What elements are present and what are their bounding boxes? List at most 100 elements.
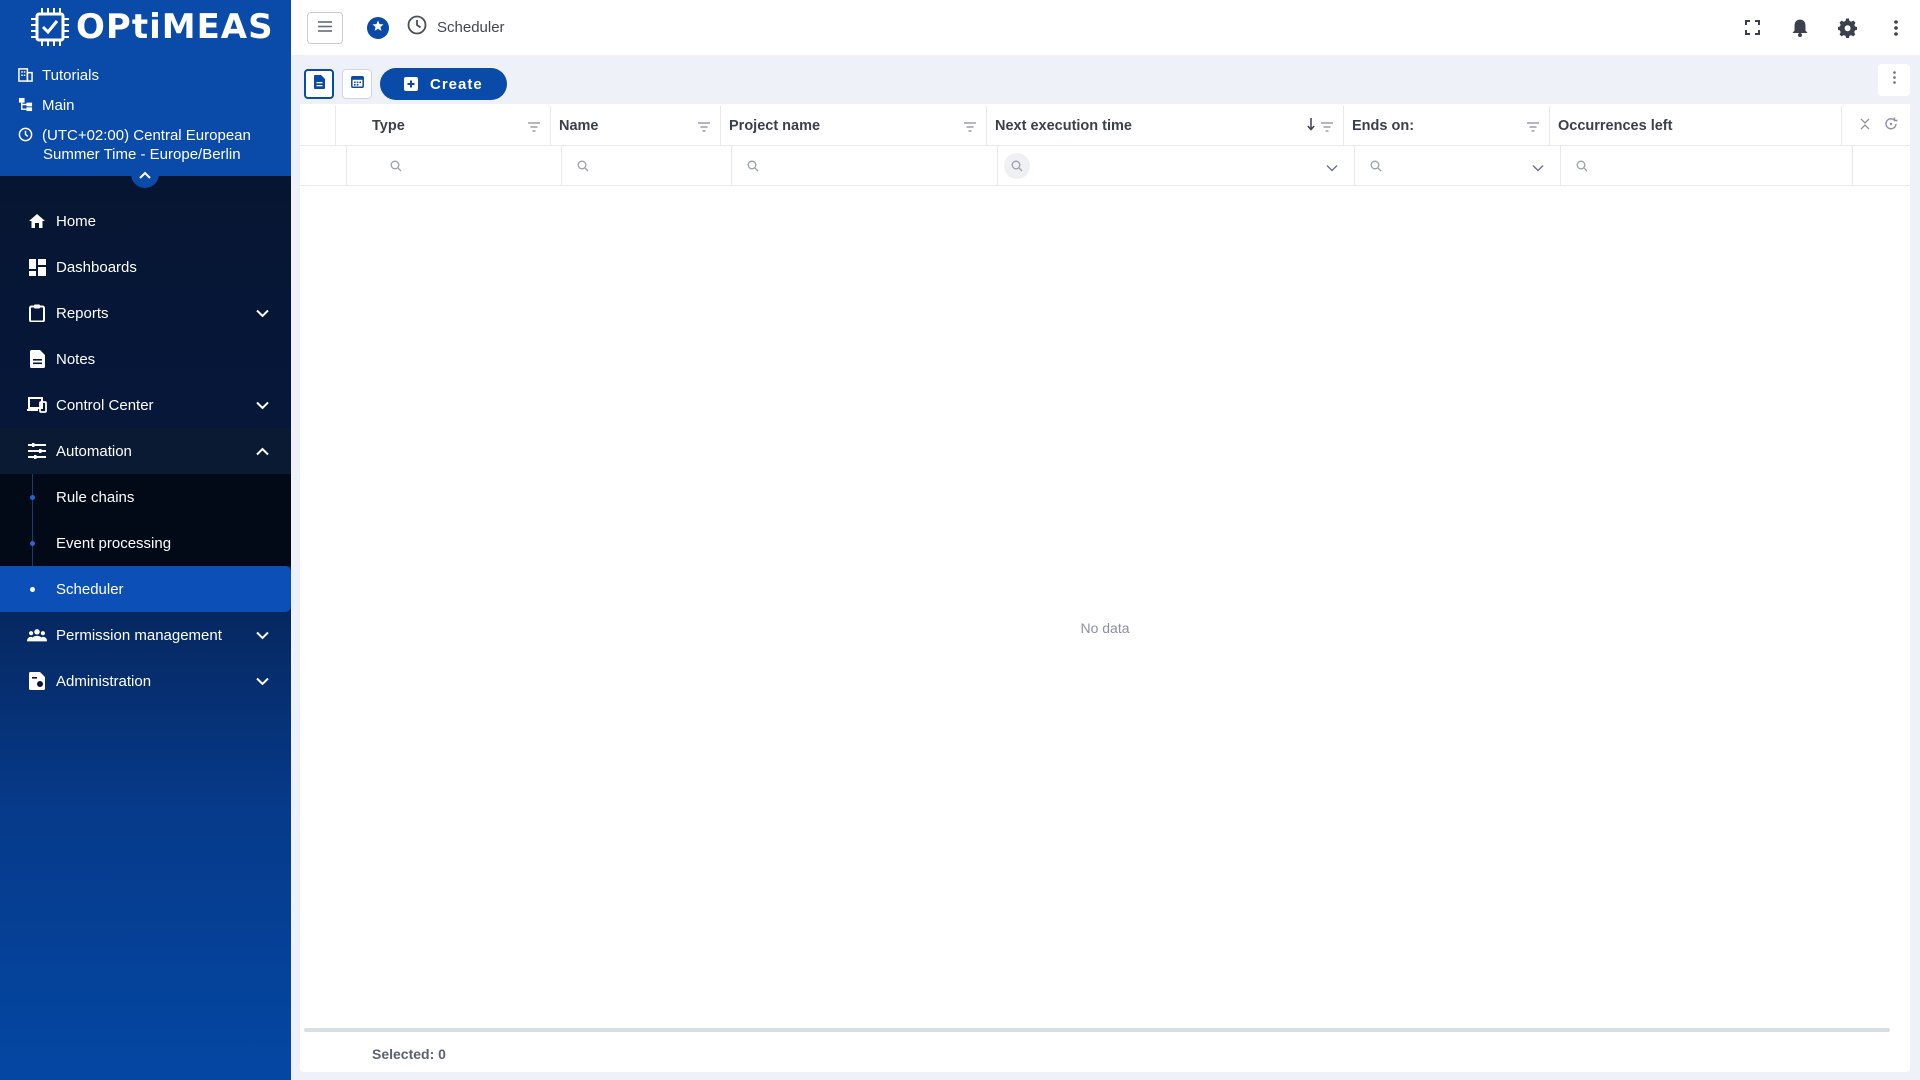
table-header: Type Name Project name Next execution ti… [300,106,1910,146]
filter-name-input[interactable] [562,146,732,185]
sidebar-item-label: Permission management [56,626,222,644]
create-button-label: Create [430,75,483,93]
chevron-down-icon [256,673,269,690]
logo[interactable]: OPtiMEAS [0,0,291,54]
context-tutorials[interactable]: Tutorials [0,66,291,85]
brand-name: OPtiMEAS [76,7,274,47]
column-header-next-execution-time[interactable]: Next execution time [987,106,1344,145]
favorite-button[interactable] [367,16,389,39]
devices-icon [27,397,47,413]
dashboard-icon [27,258,47,276]
filter-icon[interactable] [1321,120,1333,136]
sidebar-item-label: Notes [56,350,96,368]
filter-ends-on-select[interactable] [1355,146,1561,185]
sidebar-item-dashboards[interactable]: Dashboards [0,244,291,290]
bullet-icon [30,495,35,500]
note-icon [27,350,47,368]
column-label: Project name [729,117,821,134]
chevron-up-icon [256,443,269,460]
collapse-context-button[interactable] [131,164,159,188]
sidebar-item-administration[interactable]: Administration [0,658,291,704]
refresh-icon[interactable] [1884,117,1898,135]
timezone-line-2: Summer Time - Europe/Berlin [43,146,241,163]
sidebar-item-label: Dashboards [56,258,137,276]
star-icon [372,19,384,37]
filter-icon[interactable] [698,120,710,136]
list-view-button[interactable] [304,69,334,99]
sidebar-item-label: Rule chains [56,488,135,506]
notifications-button[interactable] [1776,18,1824,37]
table-options-button[interactable] [1878,64,1910,96]
add-icon [404,77,418,91]
bell-icon [1792,19,1808,37]
filter-project-name-input[interactable] [732,146,998,185]
select-column-header[interactable] [300,106,336,145]
sidebar-nav: Home Dashboards Reports Notes Control Ce… [0,198,291,704]
context-timezone[interactable]: (UTC+02:00) Central European Summer Time… [0,126,291,164]
calendar-view-button[interactable] [342,69,372,99]
empty-state-text: No data [1080,620,1130,636]
table-filter-row [300,146,1910,186]
column-label: Name [559,117,599,134]
sidebar-item-home[interactable]: Home [0,198,291,244]
filter-next-execution-time-select[interactable] [998,146,1355,185]
column-header-ends-on[interactable]: Ends on: [1344,106,1550,145]
clipboard-icon [27,304,47,322]
horizontal-scrollbar[interactable] [304,1028,1890,1032]
people-icon [27,628,47,642]
column-header-occurrences-left[interactable]: Occurrences left [1550,106,1842,145]
filter-icon[interactable] [964,120,976,136]
filter-cell-tools [1853,146,1910,185]
search-icon [1363,153,1389,179]
sidebar-item-scheduler[interactable]: Scheduler [0,566,291,612]
sidebar-item-control-center[interactable]: Control Center [0,382,291,428]
scheduler-toolbar: Create [300,64,1910,104]
filter-type-input[interactable] [347,146,562,185]
sidebar-item-event-processing[interactable]: Event processing [0,520,291,566]
column-tools-header [1842,106,1910,145]
settings-button[interactable] [1824,17,1872,38]
create-button[interactable]: Create [380,68,507,100]
sidebar-item-permission-management[interactable]: Permission management [0,612,291,658]
collapse-columns-icon[interactable] [1860,118,1870,134]
context-main-label: Main [42,97,75,114]
column-header-type[interactable]: Type [336,106,551,145]
fullscreen-button[interactable] [1728,20,1776,35]
column-header-project-name[interactable]: Project name [721,106,987,145]
document-icon [313,74,325,94]
context-main[interactable]: Main [0,96,291,115]
sidebar-item-label: Event processing [56,534,172,552]
more-menu-button[interactable] [1872,19,1920,36]
filter-icon[interactable] [528,120,540,136]
hamburger-icon [318,19,332,37]
admin-document-icon [27,672,47,690]
building-icon [16,66,34,82]
sidebar-item-label: Control Center [56,396,154,414]
column-header-name[interactable]: Name [551,106,721,145]
sidebar-header: OPtiMEAS Tutorials Main (UTC+02:00) Cent… [0,0,291,188]
sort-desc-icon[interactable] [1307,118,1315,135]
sidebar-item-reports[interactable]: Reports [0,290,291,336]
filter-occurrences-left-input[interactable] [1561,146,1853,185]
column-label: Next execution time [995,117,1132,134]
sidebar: OPtiMEAS Tutorials Main (UTC+02:00) Cent… [0,0,291,1080]
filter-icon[interactable] [1527,120,1539,136]
sidebar-item-rule-chains[interactable]: Rule chains [0,474,291,520]
chevron-down-icon[interactable] [1326,159,1338,176]
sidebar-item-notes[interactable]: Notes [0,336,291,382]
clock-icon [407,15,427,40]
sidebar-item-automation[interactable]: Automation [0,428,291,474]
breadcrumb: Scheduler [437,19,505,36]
selected-count: Selected: 0 [372,1046,446,1062]
search-icon [1569,153,1595,179]
bullet-icon [30,587,35,592]
column-label: Ends on: [1352,117,1415,134]
gear-icon [1838,17,1857,38]
timezone-line-1: (UTC+02:00) Central European [42,127,251,144]
chevron-down-icon[interactable] [1532,159,1544,176]
kebab-icon [1894,19,1898,36]
menu-toggle-button[interactable] [307,11,343,44]
top-actions [1728,0,1920,55]
column-label: Type [372,117,405,134]
context-tutorials-label: Tutorials [42,67,99,84]
